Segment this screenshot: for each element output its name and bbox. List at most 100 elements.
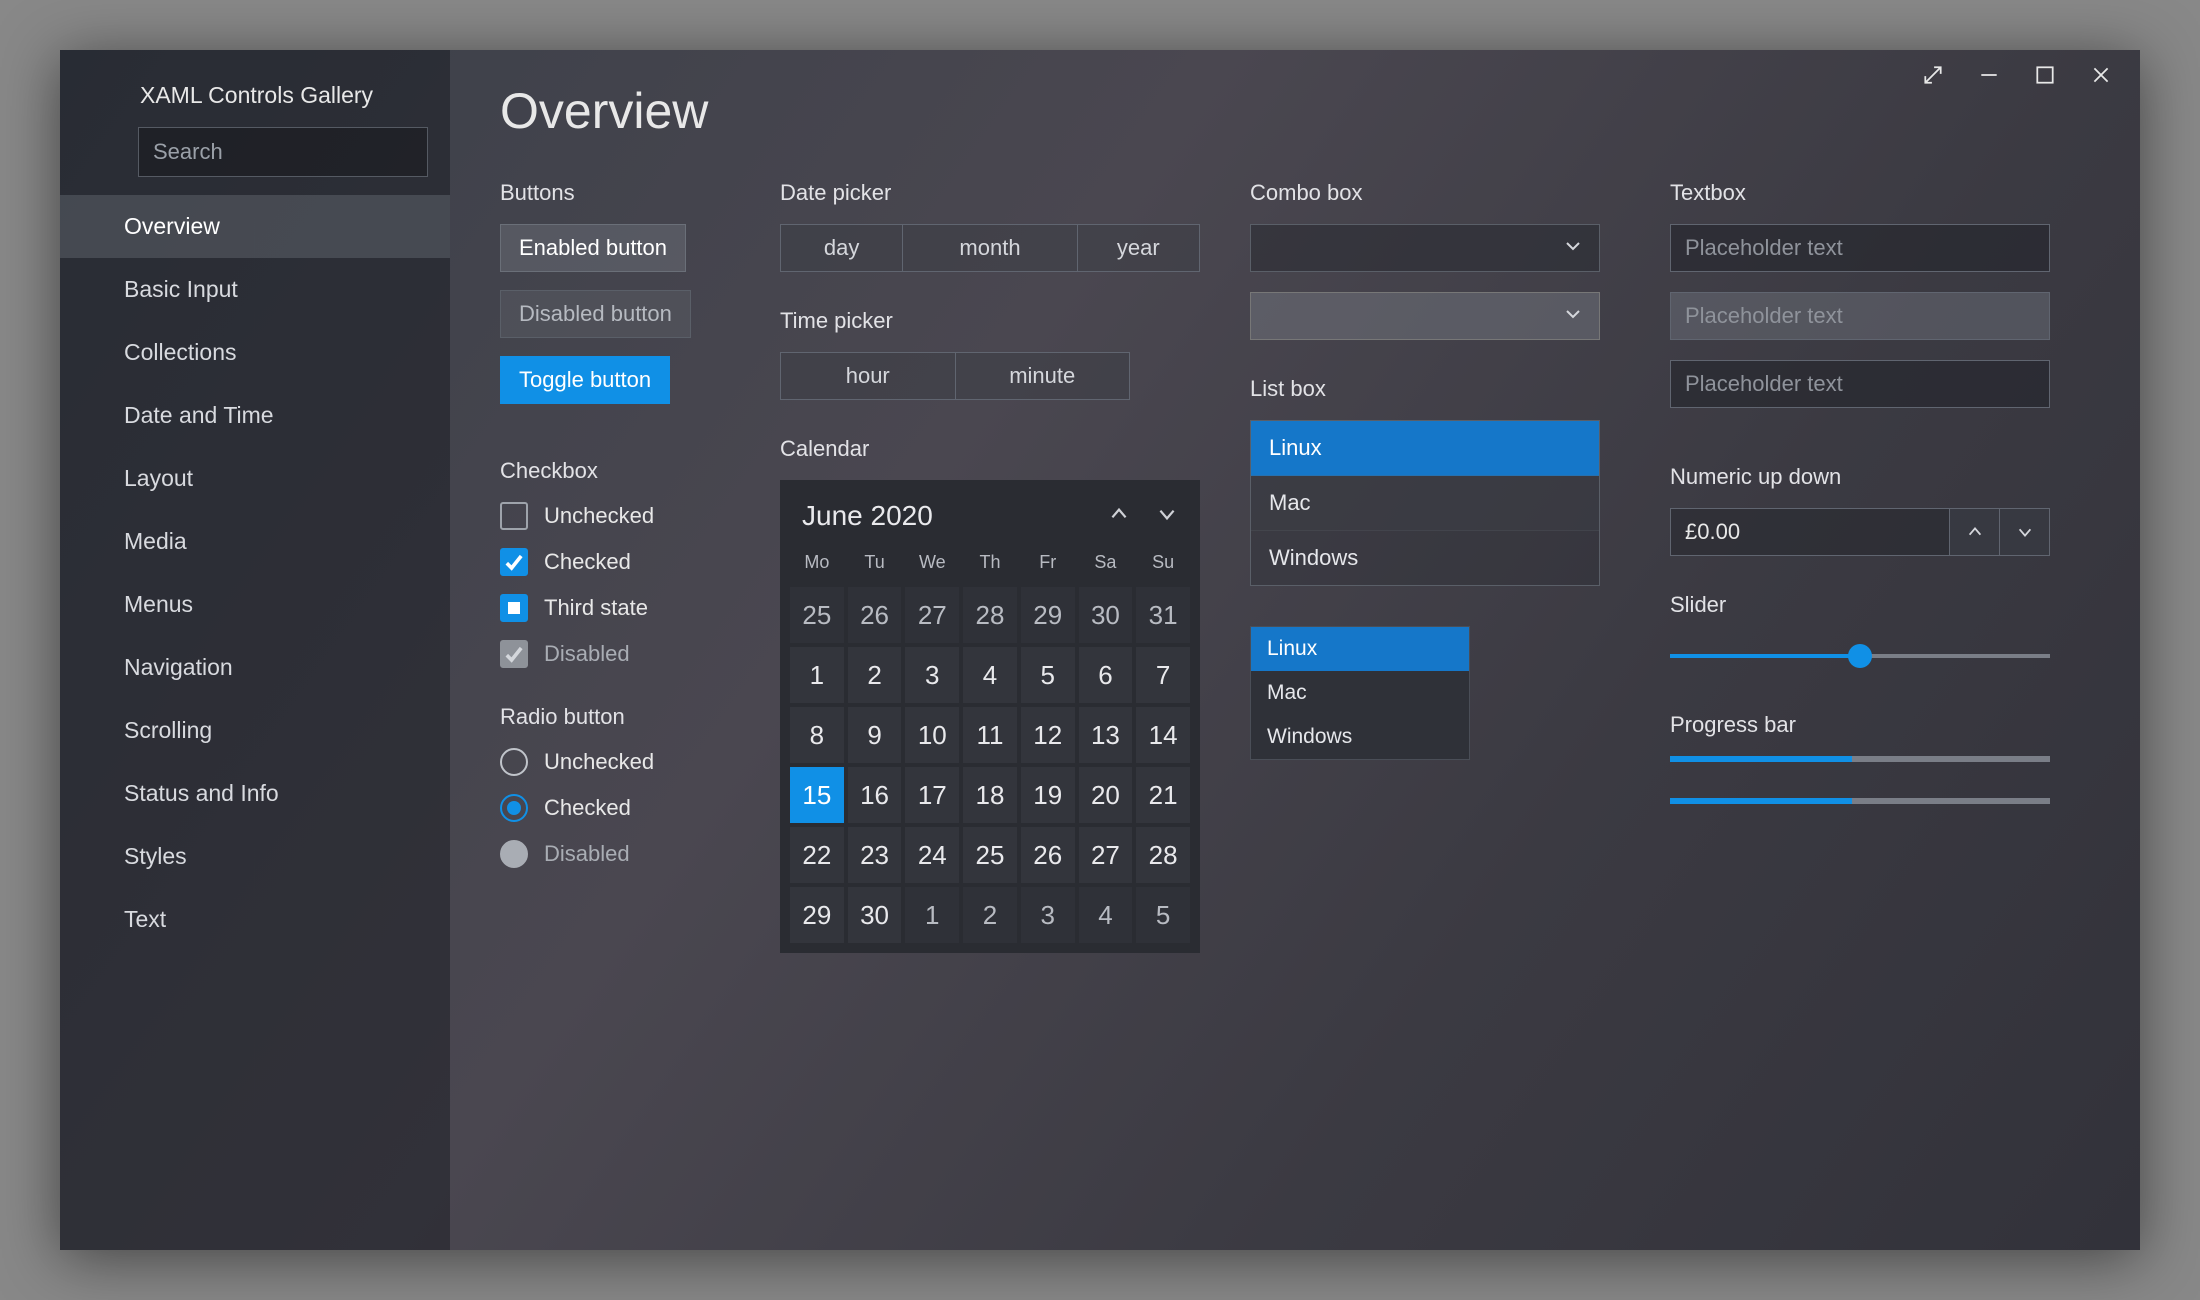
calendar-day[interactable]: 26 [848,587,902,643]
calendar-day[interactable]: 9 [848,707,902,763]
checkbox-unchecked[interactable] [500,502,528,530]
fullscreen-icon[interactable] [1922,64,1944,86]
sidebar-item-overview[interactable]: Overview [60,195,450,258]
calendar-day[interactable]: 15 [790,767,844,823]
close-icon[interactable] [2090,64,2112,86]
slider[interactable] [1670,636,2050,676]
calendar-day[interactable]: 11 [963,707,1017,763]
toggle-button[interactable]: Toggle button [500,356,670,404]
calendar-day[interactable]: 8 [790,707,844,763]
calendar-day[interactable]: 1 [790,647,844,703]
calendar-day[interactable]: 27 [905,587,959,643]
list-item[interactable]: Windows [1251,531,1599,585]
numeric-value[interactable]: £0.00 [1671,509,1949,555]
textbox-2[interactable] [1670,360,2050,408]
sidebar-item-status-and-info[interactable]: Status and Info [60,762,450,825]
calendar-next-icon[interactable] [1156,503,1178,530]
time-picker[interactable]: hour minute [780,352,1130,400]
calendar-day[interactable]: 29 [1021,587,1075,643]
calendar[interactable]: June 2020 MoTuWeThFrSaSu2526272829303112… [780,480,1200,953]
calendar-day[interactable]: 3 [905,647,959,703]
calendar-day[interactable]: 2 [963,887,1017,943]
checkbox-thirdstate[interactable] [500,594,528,622]
calendar-day[interactable]: 22 [790,827,844,883]
calendar-day[interactable]: 21 [1136,767,1190,823]
calendar-day[interactable]: 3 [1021,887,1075,943]
calendar-day[interactable]: 18 [963,767,1017,823]
calendar-dow: We [905,546,959,583]
calendar-day[interactable]: 29 [790,887,844,943]
calendar-day[interactable]: 6 [1079,647,1133,703]
sidebar-item-navigation[interactable]: Navigation [60,636,450,699]
calendar-day[interactable]: 7 [1136,647,1190,703]
sidebar-item-date-and-time[interactable]: Date and Time [60,384,450,447]
calendar-day[interactable]: 20 [1079,767,1133,823]
sidebar-item-layout[interactable]: Layout [60,447,450,510]
calendar-day[interactable]: 5 [1136,887,1190,943]
calendar-day[interactable]: 27 [1079,827,1133,883]
calendar-day[interactable]: 1 [905,887,959,943]
textbox[interactable] [1670,224,2050,272]
maximize-icon[interactable] [2034,64,2056,86]
sidebar-item-collections[interactable]: Collections [60,321,450,384]
checkbox-checked[interactable] [500,548,528,576]
calendar-day[interactable]: 30 [1079,587,1133,643]
calendar-day[interactable]: 23 [848,827,902,883]
calendar-day[interactable]: 14 [1136,707,1190,763]
calendar-day[interactable]: 10 [905,707,959,763]
textbox-label: Textbox [1670,180,2060,206]
calendar-label: Calendar [780,436,1200,462]
list-item[interactable]: Mac [1251,476,1599,531]
timepicker-hour[interactable]: hour [781,353,956,399]
calendar-day[interactable]: 31 [1136,587,1190,643]
timepicker-minute[interactable]: minute [956,353,1130,399]
numeric-down-button[interactable] [1999,509,2049,555]
calendar-day[interactable]: 30 [848,887,902,943]
main-content: Overview Buttons Enabled button Disabled… [450,50,2140,1250]
list-item[interactable]: Mac [1251,671,1469,715]
slider-thumb[interactable] [1848,644,1872,668]
datepicker-year[interactable]: year [1078,225,1199,271]
calendar-day[interactable]: 25 [963,827,1017,883]
calendar-day[interactable]: 4 [1079,887,1133,943]
datepicker-day[interactable]: day [781,225,903,271]
sidebar-item-media[interactable]: Media [60,510,450,573]
radio-checked[interactable] [500,794,528,822]
minimize-icon[interactable] [1978,64,2000,86]
list-box[interactable]: LinuxMacWindows [1250,420,1600,586]
calendar-day[interactable]: 19 [1021,767,1075,823]
numeric-up-down[interactable]: £0.00 [1670,508,2050,556]
search-input[interactable] [138,127,428,177]
calendar-day[interactable]: 5 [1021,647,1075,703]
list-item[interactable]: Windows [1251,715,1469,759]
calendar-day[interactable]: 24 [905,827,959,883]
calendar-day[interactable]: 16 [848,767,902,823]
date-picker[interactable]: day month year [780,224,1200,272]
list-item[interactable]: Linux [1251,421,1599,476]
enabled-button[interactable]: Enabled button [500,224,686,272]
sidebar-item-basic-input[interactable]: Basic Input [60,258,450,321]
calendar-day[interactable]: 4 [963,647,1017,703]
calendar-day[interactable]: 13 [1079,707,1133,763]
calendar-day[interactable]: 28 [963,587,1017,643]
sidebar-item-styles[interactable]: Styles [60,825,450,888]
combo-box[interactable] [1250,224,1600,272]
calendar-day[interactable]: 28 [1136,827,1190,883]
calendar-day[interactable]: 25 [790,587,844,643]
numeric-up-button[interactable] [1949,509,1999,555]
numeric-label: Numeric up down [1670,464,2060,490]
sidebar-item-text[interactable]: Text [60,888,450,951]
calendar-day[interactable]: 2 [848,647,902,703]
sidebar-item-scrolling[interactable]: Scrolling [60,699,450,762]
radio-unchecked[interactable] [500,748,528,776]
calendar-day[interactable]: 12 [1021,707,1075,763]
calendar-prev-icon[interactable] [1108,503,1130,530]
list-item[interactable]: Linux [1251,627,1469,671]
app-title: XAML Controls Gallery [60,68,450,127]
calendar-day[interactable]: 17 [905,767,959,823]
datepicker-month[interactable]: month [903,225,1077,271]
calendar-day[interactable]: 26 [1021,827,1075,883]
list-box-small[interactable]: LinuxMacWindows [1250,626,1470,760]
calendar-title[interactable]: June 2020 [802,500,933,532]
sidebar-item-menus[interactable]: Menus [60,573,450,636]
